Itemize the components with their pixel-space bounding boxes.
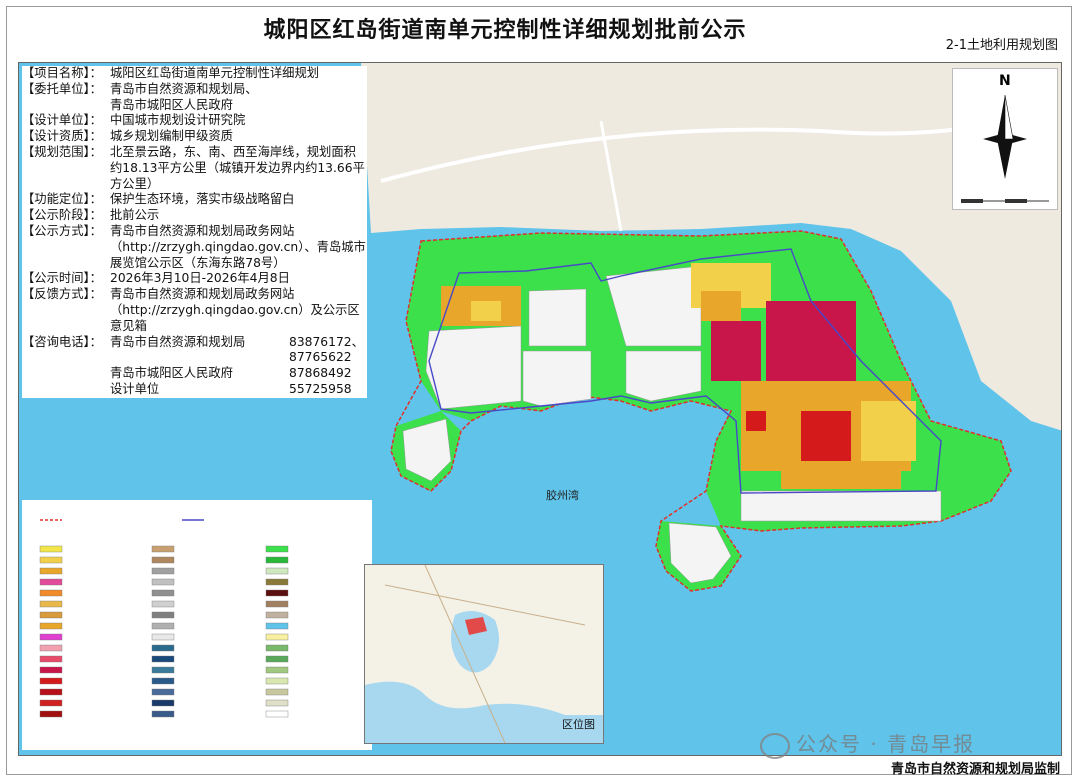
reserve-land-west-2	[528, 288, 587, 347]
residential-block	[861, 401, 916, 461]
footer-credit: 青岛市自然资源和规划局监制	[890, 762, 1060, 777]
info-key: 【规划范围】：	[22, 144, 102, 159]
reserve-land-west-1	[425, 325, 522, 410]
contact-phone: 87868492	[289, 366, 352, 381]
info-row-qualification: 【设计资质】： 城乡规划编制甲级资质	[22, 129, 367, 145]
legend-swatches	[39, 519, 289, 718]
info-key: 【公示时间】：	[22, 271, 102, 286]
info-key: 【项目名称】：	[22, 66, 102, 80]
info-value: 青岛市自然资源和规划局、 青岛市城阳区人民政府	[110, 81, 258, 112]
commercial-block	[766, 301, 856, 381]
info-row-client: 【委托单位】： 青岛市自然资源和规划局、 青岛市城阳区人民政府	[22, 82, 367, 114]
info-row-scope: 【规划范围】： 北至景云路，东、南、西至海岸线，规划面积约18.13平方公里（城镇…	[22, 145, 367, 192]
contact-name: 青岛市自然资源和规划局	[110, 334, 246, 349]
info-value: 2026年3月10日-2026年4月8日	[110, 271, 290, 286]
page-title: 城阳区红岛街道南单元控制性详细规划批前公示	[263, 18, 747, 43]
contact-list: 青岛市自然资源和规划局 83876172、 87765622 青岛市城阳区人民政府…	[110, 335, 367, 398]
compass-icon	[961, 94, 1049, 203]
contact-row: 设计单位 55725958	[110, 382, 367, 398]
info-row-method: 【公示方式】： 青岛市自然资源和规划局政务网站（http://zrzygh.qin…	[22, 224, 367, 271]
info-row-time: 【公示时间】： 2026年3月10日-2026年4月8日	[22, 271, 367, 287]
contact-phone: 83876172、 87765622	[289, 334, 364, 365]
watermark-text: 公众号 · 青岛早报	[796, 732, 976, 756]
info-value: 青岛市自然资源和规划局政务网站（http://zrzygh.qingdao.go…	[110, 223, 366, 270]
contact-name: 青岛市城阳区人民政府	[110, 366, 233, 381]
info-key: 【公示阶段】：	[22, 208, 102, 223]
info-value: 批前公示	[110, 208, 160, 223]
info-row-contact: 【咨询电话】： 青岛市自然资源和规划局 83876172、 87765622 青岛…	[22, 335, 367, 398]
contact-name: 设计单位	[110, 381, 160, 396]
info-value: 城乡规划编制甲级资质	[110, 129, 233, 144]
project-info-panel: 【项目名称】： 城阳区红岛街道南单元控制性详细规划 【委托单位】： 青岛市自然资源和…	[22, 66, 367, 398]
info-key: 【功能定位】：	[22, 192, 102, 207]
info-value: 城阳区红岛街道南单元控制性详细规划	[110, 66, 320, 80]
info-key: 【设计单位】：	[22, 113, 102, 128]
info-key: 【咨询电话】：	[22, 334, 102, 349]
watermark: 公众号 · 青岛早报	[760, 728, 975, 759]
info-key: 【反馈方式】：	[22, 287, 102, 302]
reserve-land-strip	[740, 490, 942, 522]
info-row-project-name: 【项目名称】： 城阳区红岛街道南单元控制性详细规划	[22, 66, 367, 82]
commercial-block	[801, 411, 851, 461]
info-row-function: 【功能定位】： 保护生态环境，落实市级战略留白	[22, 192, 367, 208]
wechat-logo-icon	[760, 732, 790, 759]
contact-row: 青岛市自然资源和规划局 83876172、 87765622	[110, 335, 367, 367]
info-key: 【公示方式】：	[22, 223, 102, 238]
info-value: 中国城市规划设计研究院	[110, 113, 246, 128]
north-arrow-panel: N	[952, 68, 1058, 210]
info-value: 青岛市自然资源和规划局政务网站（http://zrzygh.qingdao.go…	[110, 287, 360, 333]
info-row-feedback: 【反馈方式】： 青岛市自然资源和规划局政务网站（http://zrzygh.qin…	[22, 287, 367, 334]
residential-block	[471, 301, 501, 321]
bay-label: 胶州湾	[546, 489, 579, 502]
map-legend	[22, 500, 372, 750]
info-row-designer: 【设计单位】： 中国城市规划设计研究院	[22, 113, 367, 129]
info-value: 保护生态环境，落实市级战略留白	[110, 192, 295, 207]
contact-phone: 55725958	[289, 381, 352, 396]
contact-row: 青岛市城阳区人民政府 87868492	[110, 366, 367, 382]
inset-label: 区位图	[562, 718, 595, 731]
info-key: 【设计资质】：	[22, 129, 102, 144]
reserve-land-west-3	[522, 350, 592, 407]
commercial-block	[711, 321, 761, 381]
info-row-stage: 【公示阶段】： 批前公示	[22, 208, 367, 224]
residential-block	[701, 291, 741, 321]
reserve-land-center-2	[625, 350, 702, 402]
commercial-block	[746, 411, 766, 431]
residential-block	[781, 471, 901, 489]
info-key: 【委托单位】：	[22, 81, 102, 96]
legend-grid	[39, 545, 289, 718]
map-subtitle: 2-1土地利用规划图	[945, 38, 1058, 53]
info-value: 北至景云路，东、南、西至海岸线，规划面积约18.13平方公里（城镇开发边界内约1…	[110, 144, 365, 191]
